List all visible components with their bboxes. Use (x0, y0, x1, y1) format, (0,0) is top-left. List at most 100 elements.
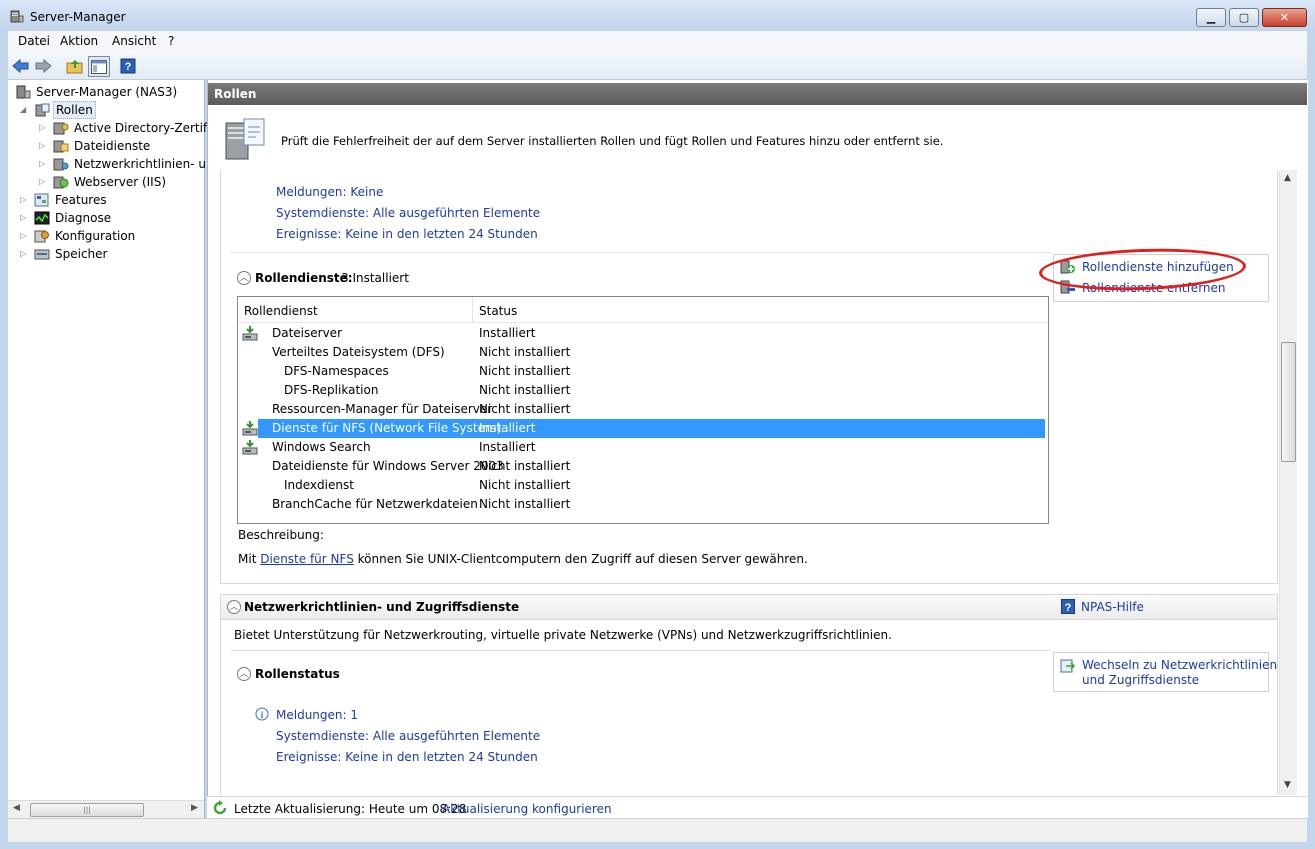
tree-horizontal-scrollbar[interactable]: ◀ ||| ▶ (8, 800, 204, 818)
row-status: Nicht installiert (479, 459, 571, 473)
menu-bar: Datei Aktion Ansicht ? (8, 31, 1307, 53)
npas-actions: Wechseln zu Netzwerkrichtlinien- und Zug… (1053, 652, 1278, 692)
features-icon (34, 193, 49, 207)
row-service-name: Dienste für NFS (Network File System) (272, 421, 502, 435)
row-service-name: DFS-Replikation (284, 383, 379, 397)
ereignisse-link[interactable]: Ereignisse: Keine in den letzten 24 Stun… (276, 227, 538, 241)
npas-title: Netzwerkrichtlinien- und Zugriffsdienste (244, 600, 520, 614)
server-manager-window: Server-Manager ▁ ▢ ✕ Datei Aktion Ansich… (0, 0, 1315, 849)
npas-ereignisse-link[interactable]: Ereignisse: Keine in den letzten 24 Stun… (276, 750, 538, 764)
menu-aktion[interactable]: Aktion (60, 34, 98, 48)
installed-icon (242, 326, 258, 341)
minimize-icon: ▁ (1206, 11, 1216, 24)
network-policy-icon (53, 158, 69, 171)
rollendienste-title: Rollendienste: (255, 271, 353, 285)
storage-icon (34, 249, 50, 260)
npas-description: Bietet Unterstützung für Netzwerkrouting… (234, 628, 892, 642)
row-status: Installiert (479, 440, 536, 454)
table-row[interactable]: Windows Search Installiert (238, 438, 1048, 457)
table-row[interactable]: DFS-Namespaces Nicht installiert (238, 362, 1048, 381)
table-row[interactable]: DFS-Replikation Nicht installiert (238, 381, 1048, 400)
systemdienste-link[interactable]: Systemdienste: Alle ausgeführten Element… (276, 206, 540, 220)
row-status: Installiert (479, 421, 536, 435)
up-button[interactable] (65, 56, 85, 75)
console-tree: Server-Manager (NAS3) ◢ Rollen ▷ Active … (8, 80, 225, 818)
menu-datei[interactable]: Datei (18, 34, 50, 48)
table-row[interactable]: Dienste für NFS (Network File System) Ins… (238, 419, 1048, 438)
column-status[interactable]: Status (479, 304, 517, 318)
row-status: Nicht installiert (479, 383, 571, 397)
scrollbar-thumb[interactable] (1281, 342, 1296, 462)
maximize-button[interactable]: ▢ (1229, 8, 1259, 27)
scroll-up-icon[interactable]: ▲ (1284, 173, 1291, 183)
description-suffix: können Sie UNIX-Clientcomputern den Zugr… (357, 552, 808, 566)
forward-button[interactable] (33, 56, 53, 75)
rollendienste-count: 3 Installiert (341, 271, 409, 285)
window-status-strip (8, 818, 1307, 842)
window-title: Server-Manager (30, 10, 126, 24)
back-button[interactable] (11, 56, 31, 75)
row-service-name: DFS-Namespaces (284, 364, 389, 378)
npas-help-link[interactable]: NPAS-Hilfe (1081, 600, 1144, 614)
row-service-name: Dateiserver (272, 326, 343, 340)
show-hide-tree-button[interactable] (88, 56, 110, 77)
collapse-npas-icon[interactable]: ︿ (227, 600, 241, 614)
table-row[interactable]: Dateidienste für Windows Server 2003 Nich… (238, 457, 1048, 476)
row-status: Nicht installiert (479, 497, 571, 511)
npas-meldungen-link[interactable]: Meldungen: 1 (276, 708, 358, 722)
row-status: Nicht installiert (479, 364, 571, 378)
scroll-left-icon[interactable]: ◀ (13, 803, 20, 813)
wechseln-link-line2[interactable]: und Zugriffsdienste (1082, 673, 1199, 687)
role-services-table: Rollendienst Status Dateiserver Installie… (237, 296, 1049, 524)
row-service-name: BranchCache für Netzwerkdateien (272, 497, 478, 511)
row-service-name: Dateidienste für Windows Server 2003 (272, 459, 504, 473)
collapse-rollendienste-icon[interactable]: ︿ (237, 271, 251, 285)
menu-ansicht[interactable]: Ansicht (112, 34, 156, 48)
row-status: Installiert (479, 326, 536, 340)
dienste-fuer-nfs-link[interactable]: Dienste für NFS (260, 552, 354, 566)
help-button[interactable]: ? (118, 56, 138, 75)
file-services-icon (53, 140, 69, 153)
table-row[interactable]: Indexdienst Nicht installiert (238, 476, 1048, 495)
help-icon: ? (1061, 599, 1075, 614)
scroll-right-icon[interactable]: ▶ (191, 803, 198, 813)
installed-icon (242, 440, 258, 455)
main-pane: Rollen Prüft die Fehlerfreiheit der auf … (207, 80, 1308, 818)
main-vertical-scrollbar[interactable]: ▲ ▼ (1279, 170, 1297, 795)
close-button[interactable]: ✕ (1262, 8, 1307, 27)
intro-text: Prüft die Fehlerfreiheit der auf dem Ser… (281, 134, 944, 148)
minimize-button[interactable]: ▁ (1196, 8, 1226, 27)
svg-text:?: ? (125, 61, 132, 73)
toolbar: ? (8, 52, 1307, 80)
web-server-icon (53, 176, 69, 189)
menu-help[interactable]: ? (168, 34, 174, 48)
npas-systemdienste-link[interactable]: Systemdienste: Alle ausgeführten Element… (276, 729, 540, 743)
collapsed-icon: ▷ (39, 159, 46, 168)
table-row[interactable]: Verteiltes Dateisystem (DFS) Nicht instal… (238, 343, 1048, 362)
scroll-down-icon[interactable]: ▼ (1284, 780, 1291, 790)
collapsed-icon: ▷ (39, 141, 46, 150)
scrollbar-thumb[interactable]: ||| (30, 803, 144, 817)
title-bar[interactable]: Server-Manager ▁ ▢ ✕ (0, 0, 1315, 31)
table-row[interactable]: Ressourcen-Manager für Dateiserver Nicht … (238, 400, 1048, 419)
column-rollendienst[interactable]: Rollendienst (244, 304, 318, 318)
server-roles-illustration-icon (225, 118, 265, 160)
folder-up-icon (66, 59, 83, 73)
row-service-name: Verteiltes Dateisystem (DFS) (272, 345, 445, 359)
npas-section-header[interactable]: ︿ Netzwerkrichtlinien- und Zugriffsdiens… (220, 594, 1278, 620)
row-service-name: Indexdienst (284, 478, 354, 492)
npas-section-body: Bietet Unterstützung für Netzwerkrouting… (220, 620, 1278, 795)
collapsed-icon: ▷ (20, 195, 27, 204)
last-update-text: Letzte Aktualisierung: Heute um 08:28 (234, 802, 467, 816)
meldungen-link[interactable]: Meldungen: Keine (276, 185, 383, 199)
rollenstatus-title: Rollenstatus (255, 667, 340, 681)
configure-refresh-link[interactable]: Aktualisierung konfigurieren (442, 802, 612, 816)
configuration-icon (34, 230, 49, 243)
table-row[interactable]: BranchCache für Netzwerkdateien Nicht ins… (238, 495, 1048, 514)
wechseln-link-line1[interactable]: Wechseln zu Netzwerkrichtlinien- (1082, 658, 1278, 672)
table-row[interactable]: Dateiserver Installiert (238, 324, 1048, 343)
divider (231, 650, 1051, 651)
description-prefix: Mit (238, 552, 257, 566)
refresh-icon[interactable] (212, 800, 228, 816)
collapse-rollenstatus-icon[interactable]: ︿ (237, 667, 251, 681)
